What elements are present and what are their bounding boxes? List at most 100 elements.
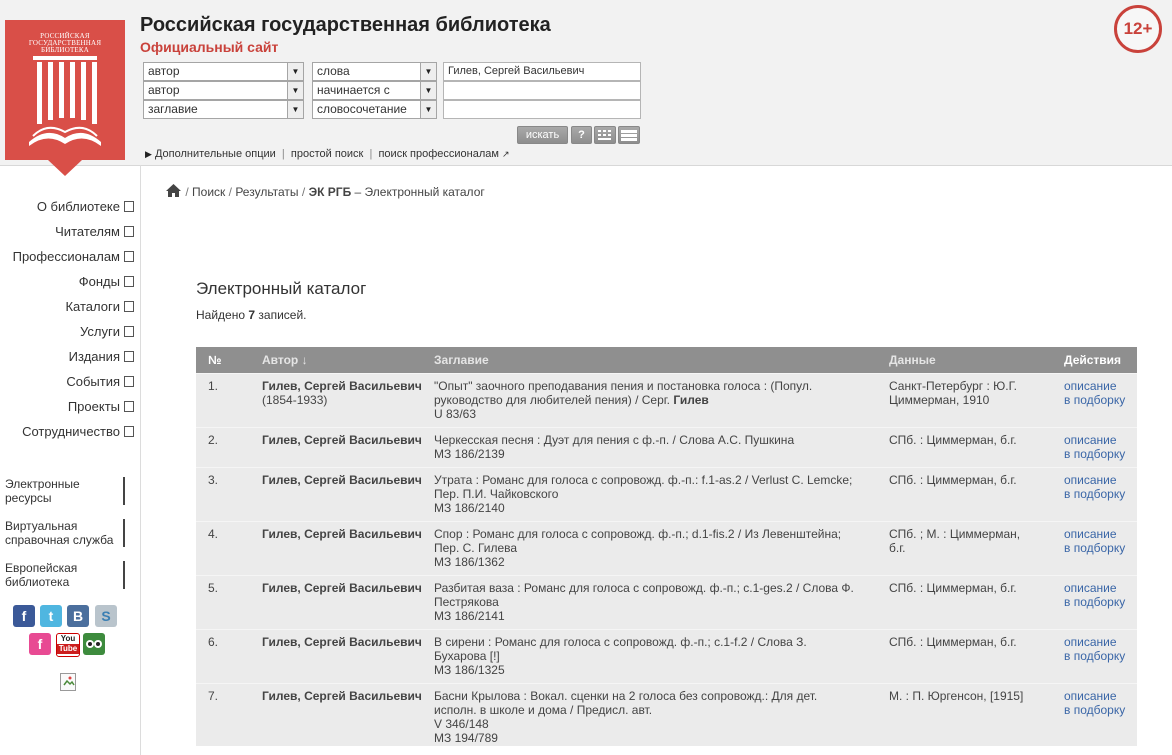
sidebar-item-professionals[interactable]: Профессионалам	[13, 249, 134, 264]
description-link[interactable]: описание	[1064, 581, 1137, 595]
title-text: Спор : Романс для голоса с сопровожд. ф.…	[434, 527, 842, 555]
keyboard-button[interactable]	[594, 126, 616, 144]
shelf-code: V 346/148	[434, 717, 489, 731]
sidebar-item-catalogs[interactable]: Каталоги	[65, 299, 134, 314]
sidebar-item-cooperation[interactable]: Сотрудничество	[22, 424, 134, 439]
sidebar-item-about[interactable]: О библиотеке	[37, 199, 134, 214]
search-field-select-2[interactable]: автор ▼	[143, 81, 304, 100]
shelf-code: МЗ 194/789	[434, 731, 498, 745]
row-title: Басни Крылова : Вокал. сценки на 2 голос…	[434, 683, 889, 746]
home-icon[interactable]	[165, 183, 182, 198]
search-field-select-1[interactable]: автор ▼	[143, 62, 304, 81]
sidebar-item-label: Издания	[68, 349, 120, 364]
sidebar-item-events[interactable]: События	[66, 374, 134, 389]
sidebar-divider	[140, 165, 141, 755]
search-mode-select-3[interactable]: словосочетание ▼	[312, 100, 437, 119]
sidebar-item-label: Профессионалам	[12, 249, 120, 264]
row-author: Гилев, Сергей Васильевич	[262, 427, 434, 468]
table-header-row: № Автор ↓ Заглавие Данные Действия	[196, 347, 1137, 374]
author-name[interactable]: Гилев, Сергей Васильевич	[262, 635, 422, 649]
site-title[interactable]: Российская государственная библиотека	[140, 14, 551, 37]
chevron-down-icon: ▼	[287, 82, 303, 99]
search-query-input-3[interactable]	[443, 100, 641, 119]
author-name[interactable]: Гилев, Сергей Васильевич	[262, 473, 422, 487]
description-link[interactable]: описание	[1064, 689, 1137, 703]
sidebar-block-label: Европейская библиотека	[5, 561, 78, 589]
triangle-right-icon: ▶	[145, 149, 152, 159]
add-to-selection-link[interactable]: в подборку	[1064, 703, 1137, 717]
twitter-icon[interactable]: t	[40, 605, 62, 627]
shelf-code: МЗ 186/2139	[434, 447, 505, 461]
column-header-data[interactable]: Данные	[889, 347, 1064, 374]
row-data: СПб. : Циммерман, б.г.	[889, 427, 1064, 468]
column-header-author[interactable]: Автор ↓	[262, 347, 434, 374]
help-button[interactable]: ?	[571, 126, 592, 144]
title-text: Черкесская песня : Дуэт для пения с ф.-п…	[434, 433, 795, 447]
shelf-code: МЗ 186/2140	[434, 501, 505, 515]
history-button[interactable]	[618, 126, 640, 144]
row-number: 1.	[196, 373, 262, 428]
column-header-title[interactable]: Заглавие	[434, 347, 889, 374]
sidebar-electronic-resources[interactable]: Электронные ресурсы	[5, 477, 125, 505]
search-query-input-2[interactable]	[443, 81, 641, 100]
author-name[interactable]: Гилев, Сергей Васильевич	[262, 527, 422, 541]
pro-search-link[interactable]: поиск профессионалам	[378, 148, 499, 160]
sidebar-item-projects[interactable]: Проекты	[68, 399, 134, 414]
row-data: СПб. ; М. : Циммерман, б.г.	[889, 521, 1064, 576]
search-mode-select-3-value: словосочетание	[317, 102, 407, 116]
description-link[interactable]: описание	[1064, 527, 1137, 541]
search-button[interactable]: искать	[517, 126, 568, 144]
author-name[interactable]: Гилев, Сергей Васильевич	[262, 433, 422, 447]
sidebar-block-label: Электронные ресурсы	[5, 477, 80, 505]
row-actions: описание в подборку	[1064, 427, 1137, 468]
breadcrumb-results-link[interactable]: Результаты	[235, 185, 298, 199]
tripadvisor-icon[interactable]	[83, 633, 105, 655]
sidebar-virtual-reference[interactable]: Виртуальная справочная служба	[5, 519, 125, 547]
youtube-icon[interactable]: You Tube	[56, 633, 80, 657]
sidebar-item-services[interactable]: Услуги	[80, 324, 134, 339]
row-title: Черкесская песня : Дуэт для пения с ф.-п…	[434, 427, 889, 468]
breadcrumb-search-link[interactable]: Поиск	[192, 185, 225, 199]
sidebar-item-publications[interactable]: Издания	[69, 349, 134, 364]
row-actions: описание в подборку	[1064, 683, 1137, 746]
description-link[interactable]: описание	[1064, 473, 1137, 487]
search-query-input-1[interactable]: Гилев, Сергей Васильевич	[443, 62, 641, 81]
vk-icon[interactable]: B	[67, 605, 89, 627]
description-link[interactable]: описание	[1064, 635, 1137, 649]
add-to-selection-link[interactable]: в подборку	[1064, 447, 1137, 461]
breadcrumb-catalog-link[interactable]: ЭК РГБ	[309, 185, 352, 199]
add-to-selection-link[interactable]: в подборку	[1064, 649, 1137, 663]
simple-search-link[interactable]: простой поиск	[291, 148, 363, 160]
results-count-number: 7	[248, 308, 256, 322]
sidebar-item-label: События	[66, 374, 120, 389]
sidebar-european-library[interactable]: Европейская библиотека	[5, 561, 125, 589]
page-icon	[124, 351, 134, 363]
search-mode-select-2-value: начинается с	[317, 83, 390, 97]
sidebar-item-collections[interactable]: Фонды	[79, 274, 134, 289]
row-number: 2.	[196, 427, 262, 468]
search-mode-select-2[interactable]: начинается с ▼	[312, 81, 437, 100]
author-name[interactable]: Гилев, Сергей Васильевич	[262, 689, 422, 703]
add-to-selection-link[interactable]: в подборку	[1064, 487, 1137, 501]
table-row: 6. Гилев, Сергей Васильевич В сирени : Р…	[196, 629, 1137, 684]
description-link[interactable]: описание	[1064, 433, 1137, 447]
title-author-highlight: Гилев	[673, 393, 709, 407]
add-to-selection-link[interactable]: в подборку	[1064, 393, 1137, 407]
add-to-selection-link[interactable]: в подборку	[1064, 595, 1137, 609]
shelf-code: U 83/63	[434, 407, 477, 421]
row-data: СПб. : Циммерман, б.г.	[889, 467, 1064, 522]
search-mode-select-1[interactable]: слова ▼	[312, 62, 437, 81]
search-field-select-3[interactable]: заглавие ▼	[143, 100, 304, 119]
library-logo[interactable]: РОССИЙСКАЯ ГОСУДАРСТВЕННАЯ БИБЛИОТЕКА	[5, 20, 125, 160]
advanced-options-link[interactable]: Дополнительные опции	[155, 148, 276, 160]
description-link[interactable]: описание	[1064, 379, 1137, 393]
add-to-selection-link[interactable]: в подборку	[1064, 541, 1137, 555]
skype-icon[interactable]: S	[95, 605, 117, 627]
author-name[interactable]: Гилев, Сергей Васильевич	[262, 581, 422, 595]
sidebar-item-readers[interactable]: Читателям	[55, 224, 134, 239]
page-icon	[124, 201, 134, 213]
row-actions: описание в подборку	[1064, 373, 1137, 428]
facebook-icon[interactable]: f	[13, 605, 35, 627]
author-name[interactable]: Гилев, Сергей Васильевич	[262, 379, 422, 393]
flickr-icon[interactable]: f	[29, 633, 51, 655]
